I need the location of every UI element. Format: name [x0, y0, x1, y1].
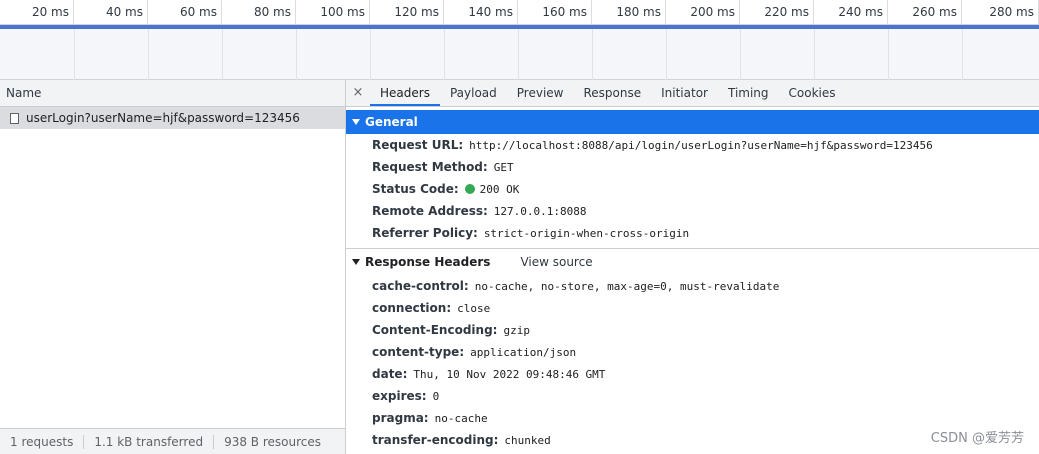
grid-line — [666, 29, 667, 80]
response-header-field: Content-Encoding: gzip — [346, 319, 1039, 341]
field-key: Request URL: — [372, 138, 464, 152]
grid-line — [296, 29, 297, 80]
response-header-field: expires: 0 — [346, 385, 1039, 407]
document-icon — [10, 112, 19, 124]
tab-response[interactable]: Response — [573, 80, 651, 106]
field-value: close — [457, 301, 491, 315]
timeline-ruler: 20 ms 40 ms 60 ms 80 ms 100 ms 120 ms 14… — [0, 0, 1039, 25]
request-row[interactable]: userLogin?userName=hjf&password=123456 — [0, 107, 345, 129]
grid-line — [148, 29, 149, 80]
field-value: 200 OK — [479, 182, 520, 196]
field-value: chunked — [504, 433, 551, 447]
grid-line — [814, 29, 815, 80]
request-list-panel: Name userLogin?userName=hjf&password=123… — [0, 80, 346, 454]
field-value: no-cache, no-store, max-age=0, must-reva… — [474, 279, 780, 293]
field-value: GET — [493, 160, 514, 174]
field-value: gzip — [503, 323, 530, 337]
response-headers-section-header[interactable]: Response Headers View source — [346, 249, 1039, 275]
grid-line — [518, 29, 519, 80]
general-title: General — [365, 115, 418, 129]
tab-headers[interactable]: Headers — [370, 80, 440, 106]
response-header-field: pragma: no-cache — [346, 407, 1039, 429]
status-bar: 1 requests 1.1 kB transferred 938 B reso… — [0, 428, 345, 454]
timeline-tick: 220 ms — [740, 0, 814, 24]
response-header-field: content-type: application/json — [346, 341, 1039, 363]
timeline-tick: 120 ms — [370, 0, 444, 24]
field-key: date: — [372, 367, 408, 381]
field-key: Referrer Policy: — [372, 226, 478, 240]
field-value: 127.0.0.1:8088 — [493, 204, 587, 218]
field-value: http://localhost:8088/api/login/userLogi… — [469, 138, 933, 152]
timeline-tick: 160 ms — [518, 0, 592, 24]
field-key: expires: — [372, 389, 427, 403]
resources-size: 938 B resources — [224, 434, 321, 449]
details-tabbar: × Headers Payload Preview Response Initi… — [346, 80, 1039, 107]
field-value: strict-origin-when-cross-origin — [483, 226, 690, 240]
timeline-tick: 40 ms — [74, 0, 148, 24]
general-field: Request Method: GET — [346, 156, 1039, 178]
timeline-tick: 140 ms — [444, 0, 518, 24]
timeline-tick: 200 ms — [666, 0, 740, 24]
response-header-field: connection: close — [346, 297, 1039, 319]
request-count: 1 requests — [0, 434, 85, 449]
field-value: application/json — [470, 345, 577, 359]
expand-triangle-icon — [352, 259, 360, 265]
view-source-link[interactable]: View source — [520, 255, 592, 269]
tab-cookies[interactable]: Cookies — [779, 80, 846, 106]
name-column-header[interactable]: Name — [0, 80, 345, 107]
field-key: transfer-encoding: — [372, 433, 499, 447]
general-field: Remote Address: 127.0.0.1:8088 — [346, 200, 1039, 222]
tab-timing[interactable]: Timing — [718, 80, 779, 106]
transferred-size: 1.1 kB transferred — [84, 434, 215, 449]
grid-line — [74, 29, 75, 80]
grid-line — [888, 29, 889, 80]
timeline-tick: 80 ms — [222, 0, 296, 24]
general-section-header[interactable]: General — [346, 110, 1039, 134]
timeline-tick: 240 ms — [814, 0, 888, 24]
field-value: Thu, 10 Nov 2022 09:48:46 GMT — [413, 367, 606, 381]
field-value: 0 — [432, 389, 440, 403]
field-key: Content-Encoding: — [372, 323, 498, 337]
tab-preview[interactable]: Preview — [507, 80, 574, 106]
general-field: Request URL: http://localhost:8088/api/l… — [346, 134, 1039, 156]
timeline-tick: 60 ms — [148, 0, 222, 24]
grid-line — [962, 29, 963, 80]
grid-line — [370, 29, 371, 80]
tab-payload[interactable]: Payload — [440, 80, 507, 106]
field-key: Request Method: — [372, 160, 488, 174]
timeline-overview[interactable] — [0, 29, 1039, 80]
tab-initiator[interactable]: Initiator — [651, 80, 718, 106]
field-key: Remote Address: — [372, 204, 488, 218]
grid-line — [222, 29, 223, 80]
general-field: Referrer Policy: strict-origin-when-cros… — [346, 222, 1039, 244]
field-key: pragma: — [372, 411, 429, 425]
field-key: connection: — [372, 301, 452, 315]
network-timeline: 20 ms 40 ms 60 ms 80 ms 100 ms 120 ms 14… — [0, 0, 1039, 80]
timeline-tick: 100 ms — [296, 0, 370, 24]
timeline-tick: 260 ms — [888, 0, 962, 24]
field-value: no-cache — [434, 411, 488, 425]
grid-line — [592, 29, 593, 80]
field-key: Status Code: — [372, 182, 459, 196]
watermark: CSDN @爱芳芳 — [930, 431, 1024, 446]
general-field: Status Code: 200 OK — [346, 178, 1039, 200]
status-ok-icon — [464, 184, 475, 194]
timeline-tick: 180 ms — [592, 0, 666, 24]
request-name: userLogin?userName=hjf&password=123456 — [26, 111, 300, 125]
timeline-tick: 280 ms — [962, 0, 1039, 24]
response-header-field: date: Thu, 10 Nov 2022 09:48:46 GMT — [346, 363, 1039, 385]
grid-line — [444, 29, 445, 80]
expand-triangle-icon — [352, 119, 360, 125]
response-headers-title: Response Headers — [365, 255, 491, 269]
timeline-tick: 20 ms — [0, 0, 74, 24]
field-key: content-type: — [372, 345, 465, 359]
field-key: cache-control: — [372, 279, 469, 293]
response-header-field: cache-control: no-cache, no-store, max-a… — [346, 275, 1039, 297]
close-icon[interactable]: × — [346, 80, 370, 106]
grid-line — [740, 29, 741, 80]
request-details-panel: × Headers Payload Preview Response Initi… — [346, 80, 1039, 454]
